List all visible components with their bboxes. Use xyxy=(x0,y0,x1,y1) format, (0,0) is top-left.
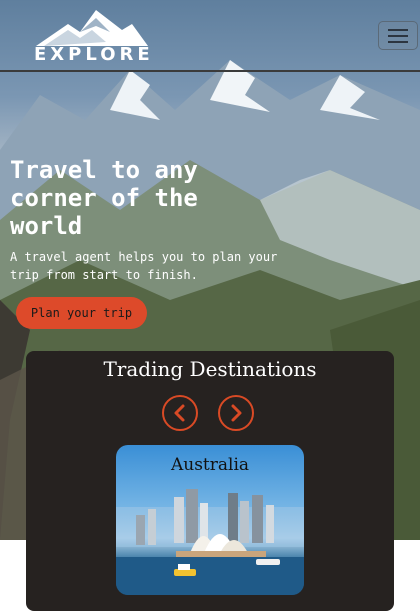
brand-logo[interactable]: EXPLORE xyxy=(34,8,154,65)
destinations-title: Trading Destinations xyxy=(103,357,317,381)
hamburger-icon-line xyxy=(388,40,408,43)
hero-title: Travel to any corner of the world xyxy=(10,156,198,240)
hamburger-icon-line xyxy=(388,34,408,37)
hamburger-icon xyxy=(388,28,408,31)
destination-card[interactable]: Australia xyxy=(116,445,304,595)
mountain-icon xyxy=(36,10,148,46)
destination-card-title: Australia xyxy=(170,455,250,475)
chevron-left-icon xyxy=(174,404,185,422)
plan-trip-button[interactable]: Plan your trip xyxy=(16,297,147,329)
carousel-prev-button[interactable] xyxy=(162,395,198,431)
navbar: EXPLORE xyxy=(0,0,420,72)
navbar-toggle-button[interactable] xyxy=(378,21,418,50)
chevron-right-icon xyxy=(231,404,242,422)
carousel-next-button[interactable] xyxy=(218,395,254,431)
brand-name: EXPLORE xyxy=(34,44,154,65)
destinations-panel: Trading Destinations Australia xyxy=(26,351,394,611)
hero-subtitle: A travel agent helps you to plan your tr… xyxy=(10,250,278,282)
